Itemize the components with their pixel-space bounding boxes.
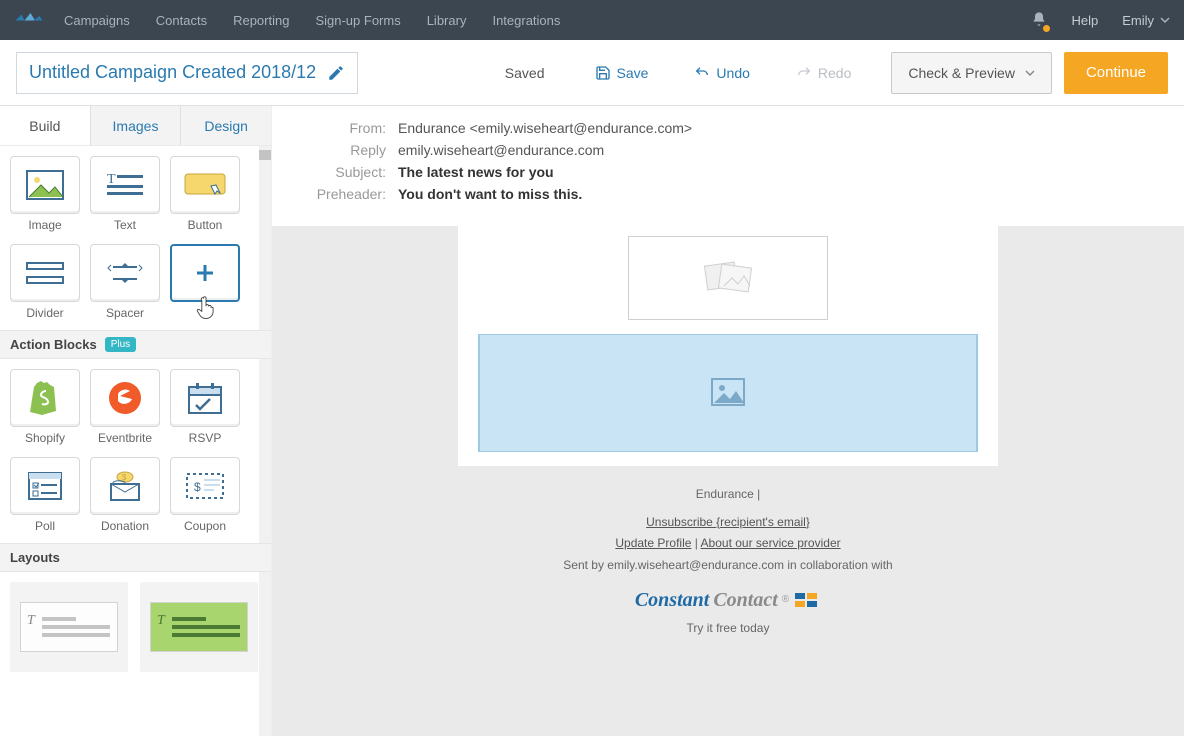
eventbrite-icon bbox=[107, 380, 143, 416]
footer-unsubscribe-link[interactable]: Unsubscribe {recipient's email} bbox=[646, 515, 810, 529]
redo-button[interactable]: Redo bbox=[796, 65, 851, 81]
notifications-icon[interactable] bbox=[1031, 11, 1047, 30]
poll-icon bbox=[26, 470, 64, 502]
nav-links: Campaigns Contacts Reporting Sign-up For… bbox=[64, 13, 560, 28]
calendar-icon bbox=[186, 381, 224, 415]
undo-icon bbox=[694, 65, 710, 81]
tab-design[interactable]: Design bbox=[180, 106, 271, 145]
nav-reporting[interactable]: Reporting bbox=[233, 13, 289, 28]
block-coupon[interactable]: $ Coupon bbox=[170, 457, 240, 533]
block-image[interactable]: Image bbox=[10, 156, 80, 232]
image-icon bbox=[25, 169, 65, 201]
continue-button[interactable]: Continue bbox=[1064, 52, 1168, 94]
notification-dot-icon bbox=[1043, 25, 1050, 32]
user-menu[interactable]: Emily bbox=[1122, 13, 1170, 28]
layout-option-2[interactable]: T bbox=[140, 582, 258, 672]
check-preview-button[interactable]: Check & Preview bbox=[891, 52, 1052, 94]
email-body[interactable] bbox=[458, 226, 998, 466]
photos-icon bbox=[696, 256, 760, 300]
nav-integrations[interactable]: Integrations bbox=[492, 13, 560, 28]
constant-contact-logo: Constant Contact® bbox=[458, 582, 998, 618]
block-spacer[interactable]: Spacer bbox=[90, 244, 160, 320]
svg-text:$: $ bbox=[194, 480, 201, 494]
redo-icon bbox=[796, 65, 812, 81]
block-donation[interactable]: $ Donation bbox=[90, 457, 160, 533]
chevron-down-icon bbox=[1025, 68, 1035, 78]
text-icon: T bbox=[105, 171, 145, 199]
tab-images[interactable]: Images bbox=[90, 106, 181, 145]
app-logo bbox=[14, 10, 44, 30]
tab-build[interactable]: Build bbox=[0, 106, 90, 145]
block-text[interactable]: T Text bbox=[90, 156, 160, 232]
footer-update-link[interactable]: Update Profile bbox=[615, 536, 691, 550]
save-icon bbox=[595, 65, 611, 81]
save-button[interactable]: Save bbox=[595, 65, 649, 81]
editor-toolbar: Untitled Campaign Created 2018/12 Saved … bbox=[0, 40, 1184, 106]
campaign-title-input[interactable]: Untitled Campaign Created 2018/12 bbox=[16, 52, 358, 94]
button-icon bbox=[183, 172, 227, 198]
plus-icon bbox=[193, 261, 217, 285]
meta-preheader[interactable]: You don't want to miss this. bbox=[398, 186, 582, 202]
undo-button[interactable]: Undo bbox=[694, 65, 749, 81]
nav-campaigns[interactable]: Campaigns bbox=[64, 13, 130, 28]
footer-sent-by: Sent by emily.wiseheart@endurance.com in… bbox=[458, 555, 998, 577]
canvas[interactable]: Endurance | Unsubscribe {recipient's ema… bbox=[272, 226, 1184, 736]
block-more[interactable] bbox=[170, 244, 240, 320]
meta-reply[interactable]: emily.wiseheart@endurance.com bbox=[398, 142, 604, 158]
action-blocks-header: Action Blocks bbox=[10, 337, 97, 352]
block-eventbrite[interactable]: Eventbrite bbox=[90, 369, 160, 445]
image-placeholder-icon bbox=[710, 377, 746, 407]
nav-library[interactable]: Library bbox=[427, 13, 467, 28]
chevron-down-icon bbox=[1160, 15, 1170, 25]
coupon-icon: $ bbox=[184, 471, 226, 501]
block-shopify[interactable]: Shopify bbox=[10, 369, 80, 445]
spacer-icon bbox=[105, 259, 145, 287]
meta-from[interactable]: Endurance <emily.wiseheart@endurance.com… bbox=[398, 120, 692, 136]
nav-signup-forms[interactable]: Sign-up Forms bbox=[315, 13, 400, 28]
nav-help[interactable]: Help bbox=[1071, 13, 1098, 28]
plus-badge: Plus bbox=[105, 337, 136, 352]
global-nav: Campaigns Contacts Reporting Sign-up For… bbox=[0, 0, 1184, 40]
block-poll[interactable]: Poll bbox=[10, 457, 80, 533]
email-footer: Endurance | Unsubscribe {recipient's ema… bbox=[458, 484, 998, 650]
donation-icon: $ bbox=[105, 469, 145, 503]
layout-option-1[interactable]: T bbox=[10, 582, 128, 672]
block-rsvp[interactable]: RSVP bbox=[170, 369, 240, 445]
image-drop-zone[interactable] bbox=[478, 334, 978, 452]
block-button[interactable]: Button bbox=[170, 156, 240, 232]
meta-subject[interactable]: The latest news for you bbox=[398, 164, 554, 180]
layouts-header: Layouts bbox=[10, 550, 60, 565]
divider-icon bbox=[25, 261, 65, 285]
save-status: Saved bbox=[505, 65, 545, 81]
editor-area: From:Endurance <emily.wiseheart@enduranc… bbox=[272, 106, 1184, 736]
edit-icon bbox=[327, 64, 345, 82]
footer-try-link[interactable]: Try it free today bbox=[458, 618, 998, 640]
shopify-icon bbox=[28, 379, 62, 417]
placeholder-image-block[interactable] bbox=[628, 236, 828, 320]
nav-contacts[interactable]: Contacts bbox=[156, 13, 207, 28]
email-meta: From:Endurance <emily.wiseheart@enduranc… bbox=[272, 106, 1184, 226]
footer-about-link[interactable]: About our service provider bbox=[701, 536, 841, 550]
left-sidebar: Build Images Design Image T Text Button bbox=[0, 106, 272, 736]
block-divider[interactable]: Divider bbox=[10, 244, 80, 320]
svg-text:T: T bbox=[107, 172, 116, 187]
